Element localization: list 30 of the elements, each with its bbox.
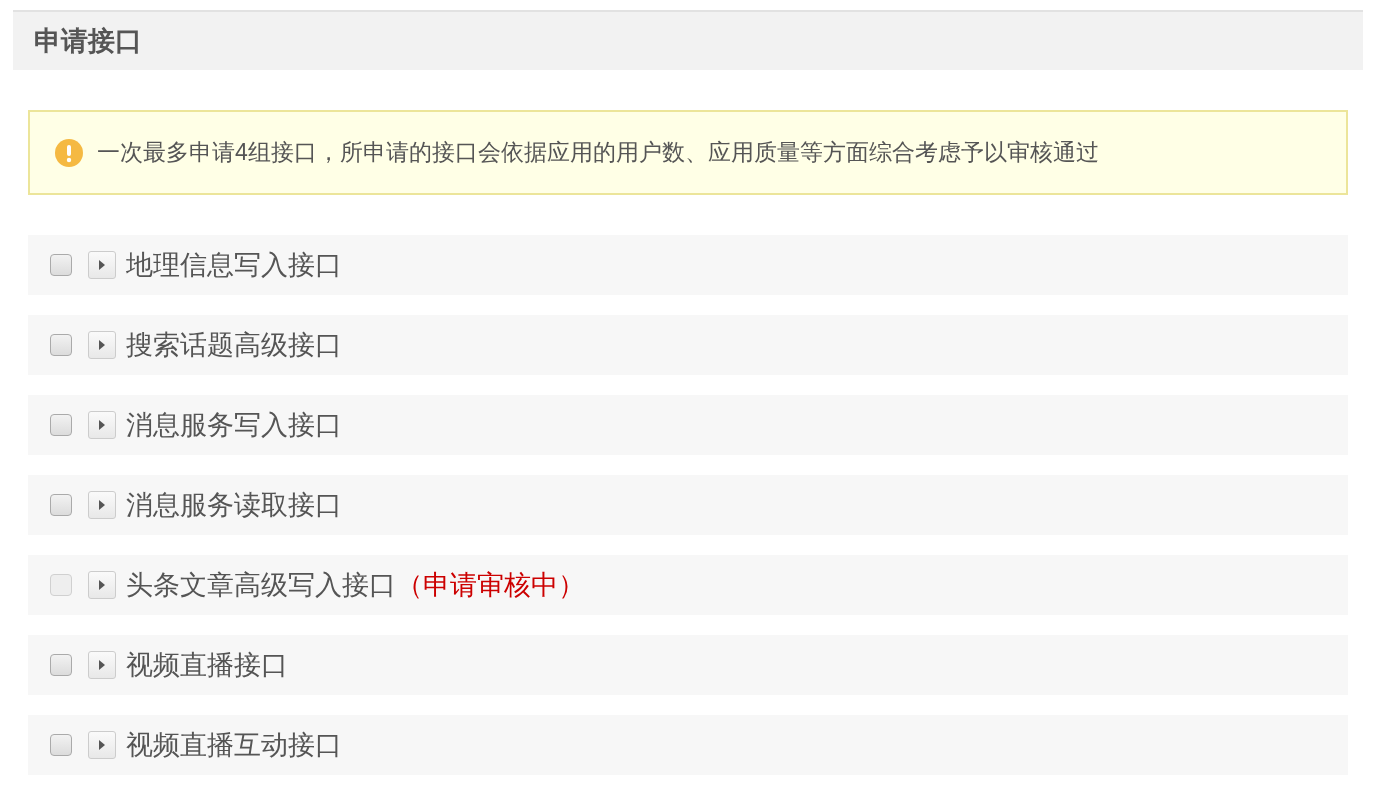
interface-name: 视频直播接口: [126, 649, 288, 682]
interface-name: 头条文章高级写入接口: [126, 569, 396, 602]
expand-button[interactable]: [88, 491, 116, 519]
interface-name: 消息服务读取接口: [126, 489, 342, 522]
caret-icon: [98, 580, 106, 590]
section-title: 申请接口: [34, 25, 142, 58]
caret-icon: [98, 340, 106, 350]
caret-icon: [98, 500, 106, 510]
caret-icon: [98, 660, 106, 670]
warning-icon: [55, 138, 83, 167]
expand-button[interactable]: [88, 331, 116, 359]
caret-icon: [98, 420, 106, 430]
caret-icon: [98, 740, 106, 750]
expand-button[interactable]: [88, 651, 116, 679]
checkbox[interactable]: [50, 334, 72, 356]
checkbox[interactable]: [50, 734, 72, 756]
review-status: （申请审核中）: [396, 569, 585, 602]
checkbox[interactable]: [50, 494, 72, 516]
checkbox[interactable]: [50, 654, 72, 676]
expand-button[interactable]: [88, 731, 116, 759]
interface-name: 地理信息写入接口: [126, 249, 342, 282]
checkbox[interactable]: [50, 414, 72, 436]
caret-icon: [98, 260, 106, 270]
interface-name: 搜索话题高级接口: [126, 329, 342, 362]
notice-text: 一次最多申请4组接口，所申请的接口会依据应用的用户数、应用质量等方面综合考虑予以审核通过: [97, 138, 1099, 167]
checkbox[interactable]: [50, 254, 72, 276]
interface-name: 消息服务写入接口: [126, 409, 342, 442]
expand-button[interactable]: [88, 251, 116, 279]
expand-button[interactable]: [88, 411, 116, 439]
interface-name: 视频直播互动接口: [126, 729, 342, 762]
